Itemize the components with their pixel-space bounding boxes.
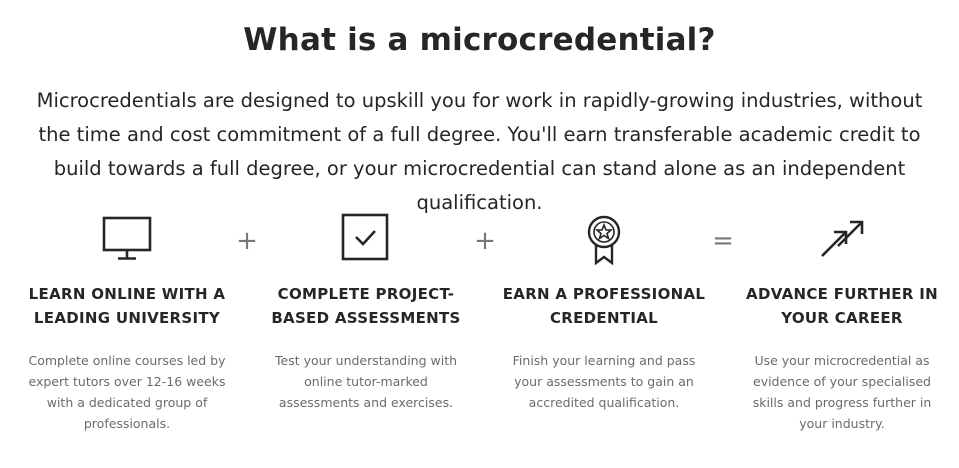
step-description: Test your understanding with online tuto…: [274, 353, 458, 410]
section-heading: What is a microcredential?: [243, 22, 716, 58]
steps-row: Learn online with a leading university C…: [0, 212, 959, 452]
step-title: Earn a professional credential: [502, 285, 706, 327]
plus-operator: +: [236, 226, 258, 256]
trending-arrows-icon: [737, 212, 947, 270]
monitor-icon: [22, 212, 232, 270]
step-description: Finish your learning and pass your asses…: [512, 353, 696, 410]
step-description: Use your microcredential as evidence of …: [752, 353, 932, 431]
step-title: Complete project-based assessments: [271, 285, 461, 327]
step-title: Learn online with a leading university: [28, 285, 226, 327]
step-title: Advance further in your career: [746, 285, 938, 327]
checkbox-icon: [261, 212, 471, 270]
plus-operator: +: [474, 226, 496, 256]
intro-paragraph: Microcredentials are designed to upskill…: [36, 89, 923, 214]
equals-operator: =: [712, 226, 734, 256]
award-ribbon-icon: [499, 212, 709, 270]
microcredential-section: What is a microcredential? Microcredenti…: [0, 0, 959, 468]
step-description: Complete online courses led by expert tu…: [28, 353, 226, 431]
